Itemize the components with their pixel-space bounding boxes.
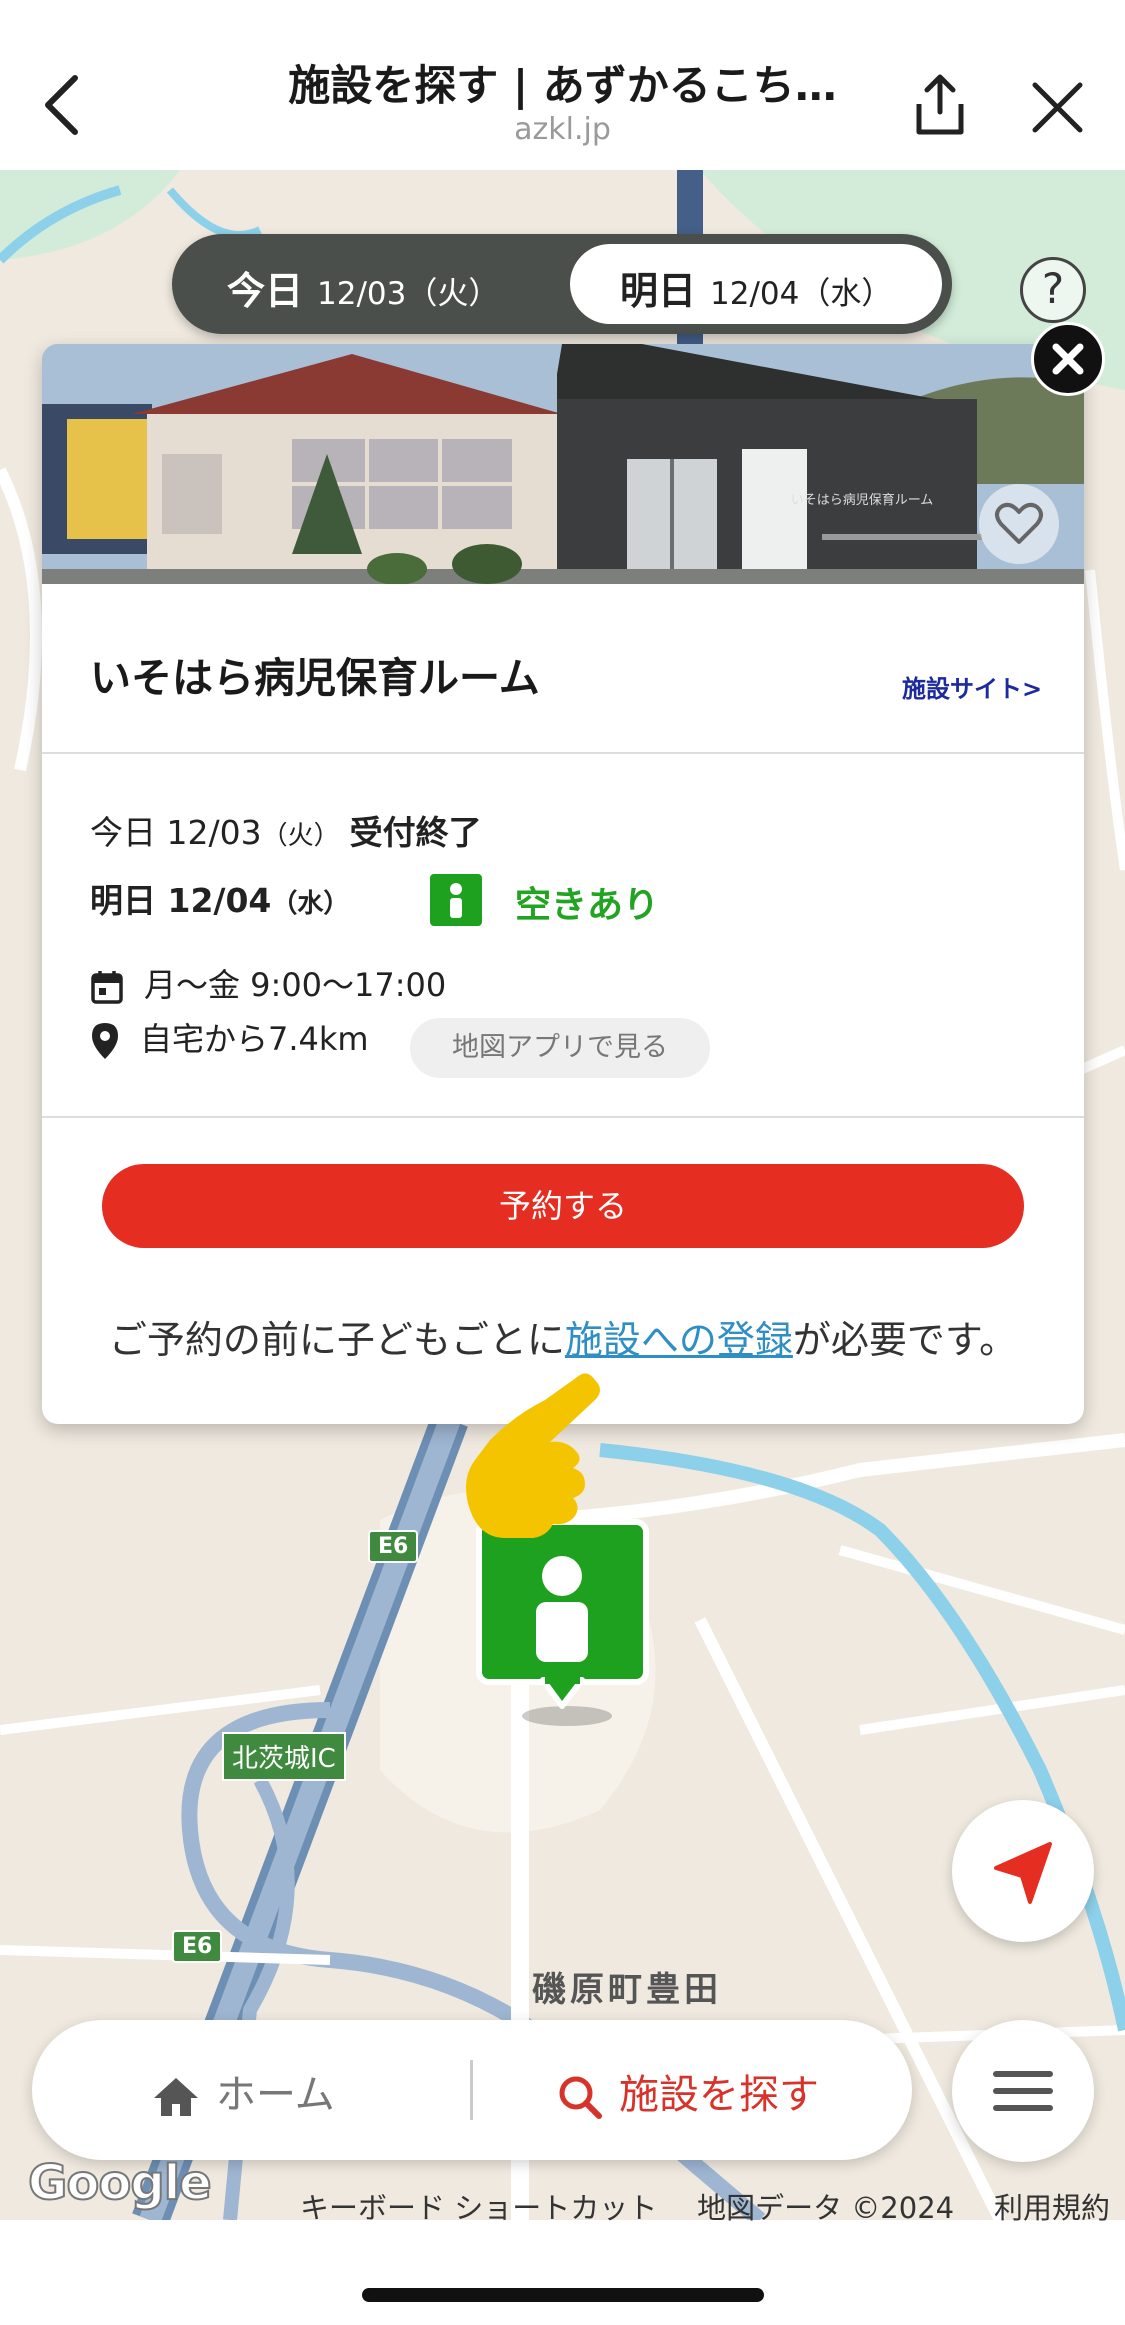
heart-icon	[995, 502, 1043, 544]
place-label: 磯原町豊田	[532, 1970, 722, 2010]
google-logo: Google	[27, 2154, 213, 2212]
map-attribution: キーボード ショートカット 地図データ ©2024 利用規約	[300, 2185, 1110, 2227]
opening-hours: 月〜金 9:00〜17:00	[144, 966, 447, 1004]
share-icon[interactable]	[905, 70, 975, 140]
today-availability-row: 今日 12/03（火） 受付終了	[90, 806, 482, 854]
map-data-credit: 地図データ ©2024	[697, 2191, 955, 2225]
registration-note-after: が必要です。	[792, 1318, 1018, 1362]
today-availability-weekday: （火）	[261, 821, 340, 851]
hours-row: 月〜金 9:00〜17:00	[90, 960, 446, 1006]
close-icon[interactable]	[1025, 75, 1090, 140]
today-date: 12/03（火）	[317, 276, 500, 312]
close-icon	[1052, 343, 1084, 375]
tomorrow-availability-date: 明日 12/04	[90, 881, 272, 920]
pointing-hand-icon	[466, 1373, 600, 1538]
date-toggle: 今日 12/03（火） 明日 12/04（水）	[172, 234, 952, 334]
divider	[42, 1116, 1084, 1118]
reserve-button[interactable]: 予約する	[102, 1164, 1024, 1248]
distance-text: 自宅から7.4km	[140, 1020, 369, 1058]
tomorrow-availability-row: 明日 12/04（水） 空きあり	[90, 874, 659, 926]
home-indicator	[362, 2288, 764, 2302]
tomorrow-availability-status: 空きあり	[515, 885, 660, 926]
facility-site-link[interactable]: 施設サイト>	[902, 669, 1042, 704]
available-icon	[430, 874, 482, 926]
navigation-arrow-icon	[994, 1842, 1052, 1904]
today-availability-status: 受付終了	[349, 813, 482, 852]
current-location-button[interactable]	[952, 1800, 1094, 1942]
page-title: 施設を探す | あずかるこち…	[288, 61, 837, 110]
today-label: 今日	[227, 269, 304, 313]
close-card-button[interactable]	[1031, 322, 1105, 396]
menu-button[interactable]	[952, 2020, 1094, 2162]
browser-header: 施設を探す | あずかるこち… azkl.jp	[0, 0, 1125, 170]
divider	[42, 752, 1084, 754]
nav-search-facility[interactable]: 施設を探す	[557, 2062, 819, 2119]
tomorrow-availability-weekday: （水）	[271, 889, 350, 919]
nav-search-label: 施設を探す	[619, 2072, 819, 2118]
distance-row: 自宅から7.4km	[90, 1014, 369, 1074]
bottom-navigation: ホーム 施設を探す	[32, 2020, 912, 2160]
search-icon	[559, 2076, 602, 2119]
favorite-button[interactable]	[979, 484, 1059, 564]
hamburger-menu-icon	[993, 2071, 1053, 2111]
registration-note: ご予約の前に子どもごとに施設への登録が必要です。	[62, 1309, 1064, 1364]
nav-home-label: ホーム	[216, 2072, 335, 2118]
location-pin-icon	[92, 1023, 118, 1059]
nav-separator	[470, 2060, 473, 2120]
tomorrow-date: 12/04（水）	[710, 276, 893, 312]
today-availability-date: 今日 12/03	[90, 813, 262, 852]
home-icon	[154, 2078, 198, 2116]
open-map-app-button[interactable]: 地図アプリで見る	[410, 1018, 710, 1078]
calendar-icon	[91, 971, 123, 1004]
facility-sign: いそはら病児保育ルーム	[791, 492, 934, 508]
tomorrow-label: 明日	[620, 269, 697, 313]
keyboard-shortcuts-link[interactable]: キーボード ショートカット	[300, 2185, 657, 2227]
route-shield-e6: E6	[368, 1530, 419, 1563]
terms-link[interactable]: 利用規約	[994, 2185, 1110, 2227]
nav-home[interactable]: ホーム	[152, 2062, 335, 2118]
facility-registration-link[interactable]: 施設への登録	[565, 1318, 793, 1362]
facility-name: いそはら病児保育ルーム	[90, 654, 540, 702]
facility-photo: いそはら病児保育ルーム	[42, 344, 1084, 584]
registration-note-before: ご予約の前に子どもごとに	[108, 1318, 565, 1362]
facility-card: いそはら病児保育ルーム いそはら病児保育ルーム 施設サイト> 今日 12/03（…	[42, 344, 1084, 1424]
route-shield-e6-south: E6	[172, 1930, 223, 1963]
help-button[interactable]: ?	[1020, 257, 1086, 323]
tab-today[interactable]: 今日 12/03（火）	[227, 260, 499, 315]
tab-tomorrow[interactable]: 明日 12/04（水）	[570, 244, 942, 324]
interchange-label: 北茨城IC	[222, 1732, 346, 1781]
